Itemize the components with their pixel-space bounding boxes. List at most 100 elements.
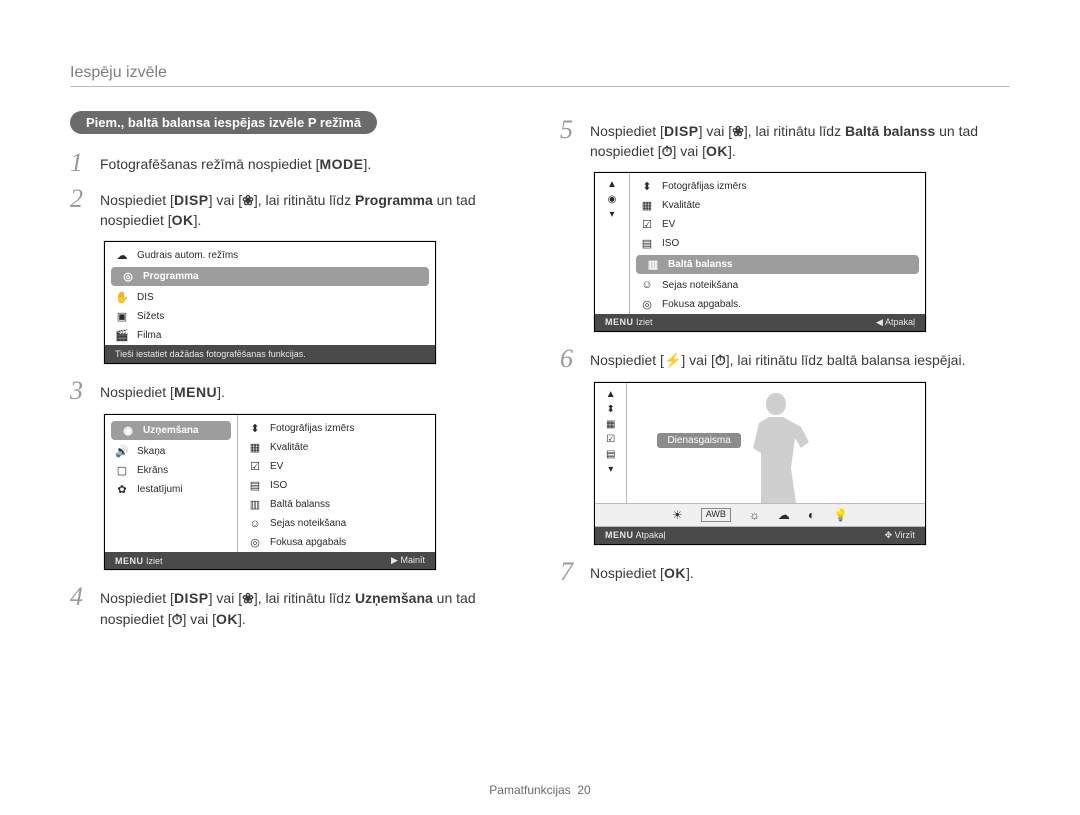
- film-icon: 🎬: [115, 329, 129, 342]
- step-2: 2 Nospiediet [DISP] vai [❀], lai ritināt…: [70, 186, 520, 231]
- right-arrow-icon: ▶: [391, 555, 398, 565]
- step-3: 3 Nospiediet [MENU].: [70, 378, 520, 404]
- disp-key: DISP: [664, 121, 699, 141]
- step-5: 5 Nospiediet [DISP] vai [❀], lai ritināt…: [560, 117, 1010, 162]
- flower-icon: ❀: [242, 590, 254, 606]
- step-1: 1 Fotografēšanas režīmā nospiediet [MODE…: [70, 150, 520, 176]
- sun-bright-icon: ☼: [749, 508, 760, 522]
- scene-icon: ▣: [115, 310, 129, 323]
- list-item: ◎Fokusa apgabals.: [630, 295, 925, 314]
- two-column-layout: Piem., baltā balansa iespējas izvēle P r…: [70, 111, 1010, 639]
- camera-icon: ◉: [121, 424, 135, 437]
- timer-icon: ⏱: [715, 352, 726, 368]
- timer-icon: ⏱: [172, 611, 183, 627]
- preview-area: Dienasgaisma: [627, 383, 925, 503]
- step-text: Nospiediet [DISP] vai [❀], lai ritinātu …: [100, 584, 520, 629]
- list-item: ⬍Fotogrāfijas izmērs: [630, 177, 925, 196]
- menu-key: MENU: [115, 556, 144, 566]
- disp-key: DISP: [174, 588, 209, 608]
- step-text: Nospiediet [DISP] vai [❀], lai ritinātu …: [100, 186, 520, 231]
- step-text: Fotografēšanas režīmā nospiediet [MODE].: [100, 150, 371, 176]
- list-item: ✋DIS: [105, 288, 435, 307]
- flower-icon: ❀: [732, 123, 744, 139]
- list-item: ▥Baltā balanss: [238, 495, 435, 514]
- ok-key: OK: [216, 609, 238, 629]
- step-4: 4 Nospiediet [DISP] vai [❀], lai ritināt…: [70, 584, 520, 629]
- left-arrow-icon: ◀: [876, 317, 883, 327]
- list-item: ▦Kvalitāte: [630, 196, 925, 215]
- flash-icon: ⚡: [664, 352, 681, 368]
- display-icon: ▢: [115, 464, 129, 477]
- left-column: Piem., baltā balansa iespējas izvēle P r…: [70, 111, 520, 639]
- list-item: ☑EV: [630, 215, 925, 234]
- list-item: ▢Ekrāns: [105, 461, 237, 480]
- flower-icon: ❀: [242, 192, 254, 208]
- example-pill: Piem., baltā balansa iespējas izvēle P r…: [70, 111, 377, 134]
- panel-footer: MENU Atpakaļ ✥ Virzīt: [595, 527, 925, 544]
- ok-key: OK: [172, 210, 194, 230]
- ok-key: OK: [706, 141, 728, 161]
- mode-key: MODE: [319, 154, 363, 174]
- ok-key: OK: [664, 563, 686, 583]
- gear-icon: ✿: [115, 483, 129, 496]
- step-number: 1: [70, 150, 90, 176]
- sun-icon: ☀: [672, 508, 683, 522]
- list-item: ▤ISO: [238, 476, 435, 495]
- list-item-selected: ▥Baltā balanss: [636, 255, 919, 274]
- list-item: ☺Sejas noteikšana: [238, 514, 435, 533]
- step-number: 7: [560, 559, 580, 585]
- scroll-icon: ▲: [607, 179, 617, 190]
- mode-list-panel: ☁Gudrais autom. režīms ◎Programma ✋DIS ▣…: [104, 241, 436, 365]
- step-number: 5: [560, 117, 580, 162]
- disp-key: DISP: [174, 190, 209, 210]
- step-text: Nospiediet [MENU].: [100, 378, 225, 404]
- list-item: ☁Gudrais autom. režīms: [105, 246, 435, 265]
- step-number: 3: [70, 378, 90, 404]
- menu-key: MENU: [605, 530, 634, 540]
- menu-key: MENU: [174, 382, 217, 402]
- list-item: ▤ISO: [630, 234, 925, 253]
- list-item: ▣Sižets: [105, 307, 435, 326]
- wb-option-label: Dienasgaisma: [657, 433, 740, 448]
- list-item: ◎Fokusa apgabals: [238, 533, 435, 552]
- step-6: 6 Nospiediet [⚡] vai [⏱], lai ritinātu l…: [560, 346, 1010, 372]
- camera-icon: ◉: [608, 194, 617, 205]
- panel-footer: MENU Iziet ▶ Mainīt: [105, 552, 435, 569]
- menu-key: MENU: [605, 317, 634, 327]
- hand-icon: ✋: [115, 291, 129, 304]
- step-number: 2: [70, 186, 90, 231]
- tungsten-icon: ◐: [808, 508, 815, 522]
- list-item: 🎬Filma: [105, 326, 435, 345]
- menu-panel: ◉Uzņemšana 🔊Skaņa ▢Ekrāns ✿Iestatījumi ⬍…: [104, 414, 436, 570]
- nav-icon: ✥: [885, 530, 893, 540]
- list-item-selected: ◉Uzņemšana: [111, 421, 231, 440]
- section-header: Iespēju izvēle: [70, 64, 1010, 87]
- panel-footer: MENU Iziet ◀ Atpakaļ: [595, 314, 925, 331]
- list-item: ▦Kvalitāte: [238, 438, 435, 457]
- step-number: 4: [70, 584, 90, 629]
- step-text: Nospiediet [DISP] vai [❀], lai ritinātu …: [590, 117, 1010, 162]
- awb-icon: AWB: [701, 508, 731, 522]
- list-item-selected: ◎Programma: [111, 267, 429, 286]
- step-7: 7 Nospiediet [OK].: [560, 559, 1010, 585]
- cloud-icon: ☁: [115, 249, 129, 262]
- right-column: 5 Nospiediet [DISP] vai [❀], lai ritināt…: [560, 111, 1010, 639]
- list-item: ☺Sejas noteikšana: [630, 276, 925, 295]
- step-text: Nospiediet [⚡] vai [⏱], lai ritinātu līd…: [590, 346, 965, 372]
- settings-panel: ▲ ◉ ▾ ⬍Fotogrāfijas izmērs ▦Kvalitāte ☑E…: [594, 172, 926, 332]
- wb-option-strip: ☀ AWB ☼ ☁ ◐ 💡: [595, 503, 925, 527]
- list-item: 🔊Skaņa: [105, 442, 237, 461]
- sound-icon: 🔊: [115, 445, 129, 458]
- cloud-icon: ☁: [778, 508, 790, 522]
- camera-icon: ◎: [121, 270, 135, 283]
- white-balance-panel: ▲⬍▦☑▤▾ Dienasgaisma ☀ AWB ☼ ☁ ◐ 💡: [594, 382, 926, 545]
- list-item: ☑EV: [238, 457, 435, 476]
- timer-icon: ⏱: [662, 143, 673, 159]
- panel-caption: Tieši iestatiet dažādas fotografēšanas f…: [105, 345, 435, 364]
- list-item: ✿Iestatījumi: [105, 480, 237, 499]
- list-item: ⬍Fotogrāfijas izmērs: [238, 419, 435, 438]
- bulb-icon: 💡: [833, 508, 848, 522]
- step-number: 6: [560, 346, 580, 372]
- step-text: Nospiediet [OK].: [590, 559, 694, 585]
- page: Iespēju izvēle Piem., baltā balansa iesp…: [0, 0, 1080, 815]
